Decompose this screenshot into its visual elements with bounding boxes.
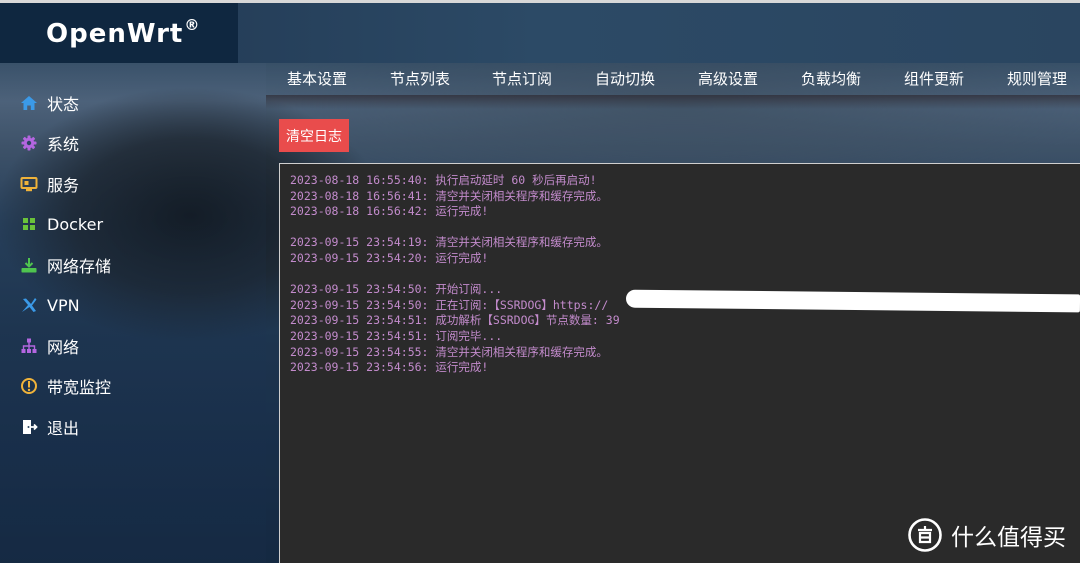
sidebar-item-logout[interactable]: 退出: [20, 415, 79, 439]
log-textarea[interactable]: 2023-08-18 16:55:40: 执行启动延时 60 秒后再启动! 20…: [279, 163, 1080, 563]
services-icon: [20, 175, 38, 193]
log-line: 2023-08-18 16:56:41: 清空并关闭相关程序和缓存完成。: [290, 188, 608, 203]
tab-bar: 基本设置 节点列表 节点订阅 自动切换 高级设置 负载均衡 组件更新 规则管理: [266, 63, 1080, 95]
tab-node-list[interactable]: 节点列表: [390, 68, 450, 89]
tab-component-update[interactable]: 组件更新: [904, 68, 964, 89]
log-line: 2023-09-15 23:54:19: 清空并关闭相关程序和缓存完成。: [290, 235, 608, 250]
log-line: 2023-09-15 23:54:51: 成功解析【SSRDOG】节点数量: 3…: [290, 313, 620, 328]
sidebar-item-network[interactable]: 网络: [20, 334, 79, 358]
log-line: 2023-08-18 16:55:40: 执行启动延时 60 秒后再启动!: [290, 173, 597, 187]
sidebar-item-system[interactable]: 系统: [20, 131, 79, 155]
tab-load-balancing[interactable]: 负载均衡: [801, 68, 861, 89]
watermark-text: 什么值得买: [951, 525, 1066, 551]
sidebar-item-bandwidth-monitor[interactable]: 带宽监控: [20, 374, 111, 398]
sidebar-item-label: VPN: [47, 295, 80, 315]
sidebar-item-services[interactable]: 服务: [20, 172, 79, 196]
tab-node-subscription[interactable]: 节点订阅: [492, 68, 552, 89]
storage-icon: [20, 256, 38, 274]
sidebar-item-storage[interactable]: 网络存储: [20, 253, 111, 277]
sidebar-item-label: 带宽监控: [47, 378, 112, 397]
home-icon: [20, 94, 38, 112]
sidebar-item-label: 状态: [47, 95, 80, 114]
network-icon: [20, 337, 38, 355]
log-line: 2023-09-15 23:54:56: 运行完成!: [290, 360, 489, 375]
logo-box: OpenWrt®: [0, 3, 238, 63]
log-line: 2023-09-15 23:54:51: 订阅完毕...: [290, 328, 503, 343]
sidebar-item-label: 服务: [47, 176, 80, 195]
sidebar-item-vpn[interactable]: VPN: [20, 293, 80, 317]
monitor-icon: [20, 377, 38, 395]
sidebar-item-docker[interactable]: Docker: [20, 212, 103, 236]
tab-bar-shadow: [266, 95, 1080, 109]
watermark: 什么值得买: [908, 516, 1066, 554]
sidebar-item-label: Docker: [47, 214, 104, 234]
tab-rule-management[interactable]: 规则管理: [1007, 68, 1067, 89]
log-line: 2023-09-15 23:54:20: 运行完成!: [290, 250, 489, 265]
log-line: 2023-09-15 23:54:55: 清空并关闭相关程序和缓存完成。: [290, 344, 608, 359]
tab-advanced-settings[interactable]: 高级设置: [698, 68, 758, 89]
sidebar-item-label: 退出: [47, 419, 80, 438]
docker-icon: [20, 215, 38, 233]
clear-log-button[interactable]: 清空日志: [279, 119, 349, 152]
sidebar-item-status[interactable]: 状态: [20, 91, 79, 115]
tab-auto-switch[interactable]: 自动切换: [595, 68, 655, 89]
gear-icon: [20, 134, 38, 152]
tab-basic-settings[interactable]: 基本设置: [287, 68, 347, 89]
openwrt-logo[interactable]: OpenWrt®: [46, 16, 200, 49]
log-line: 2023-08-18 16:56:42: 运行完成!: [290, 204, 489, 219]
sidebar-item-label: 网络: [47, 338, 80, 357]
vpn-icon: [20, 296, 38, 314]
logout-icon: [20, 418, 38, 436]
sidebar-item-label: 系统: [47, 135, 80, 154]
sidebar-item-label: 网络存储: [47, 257, 112, 276]
zhi-icon: [908, 518, 942, 552]
